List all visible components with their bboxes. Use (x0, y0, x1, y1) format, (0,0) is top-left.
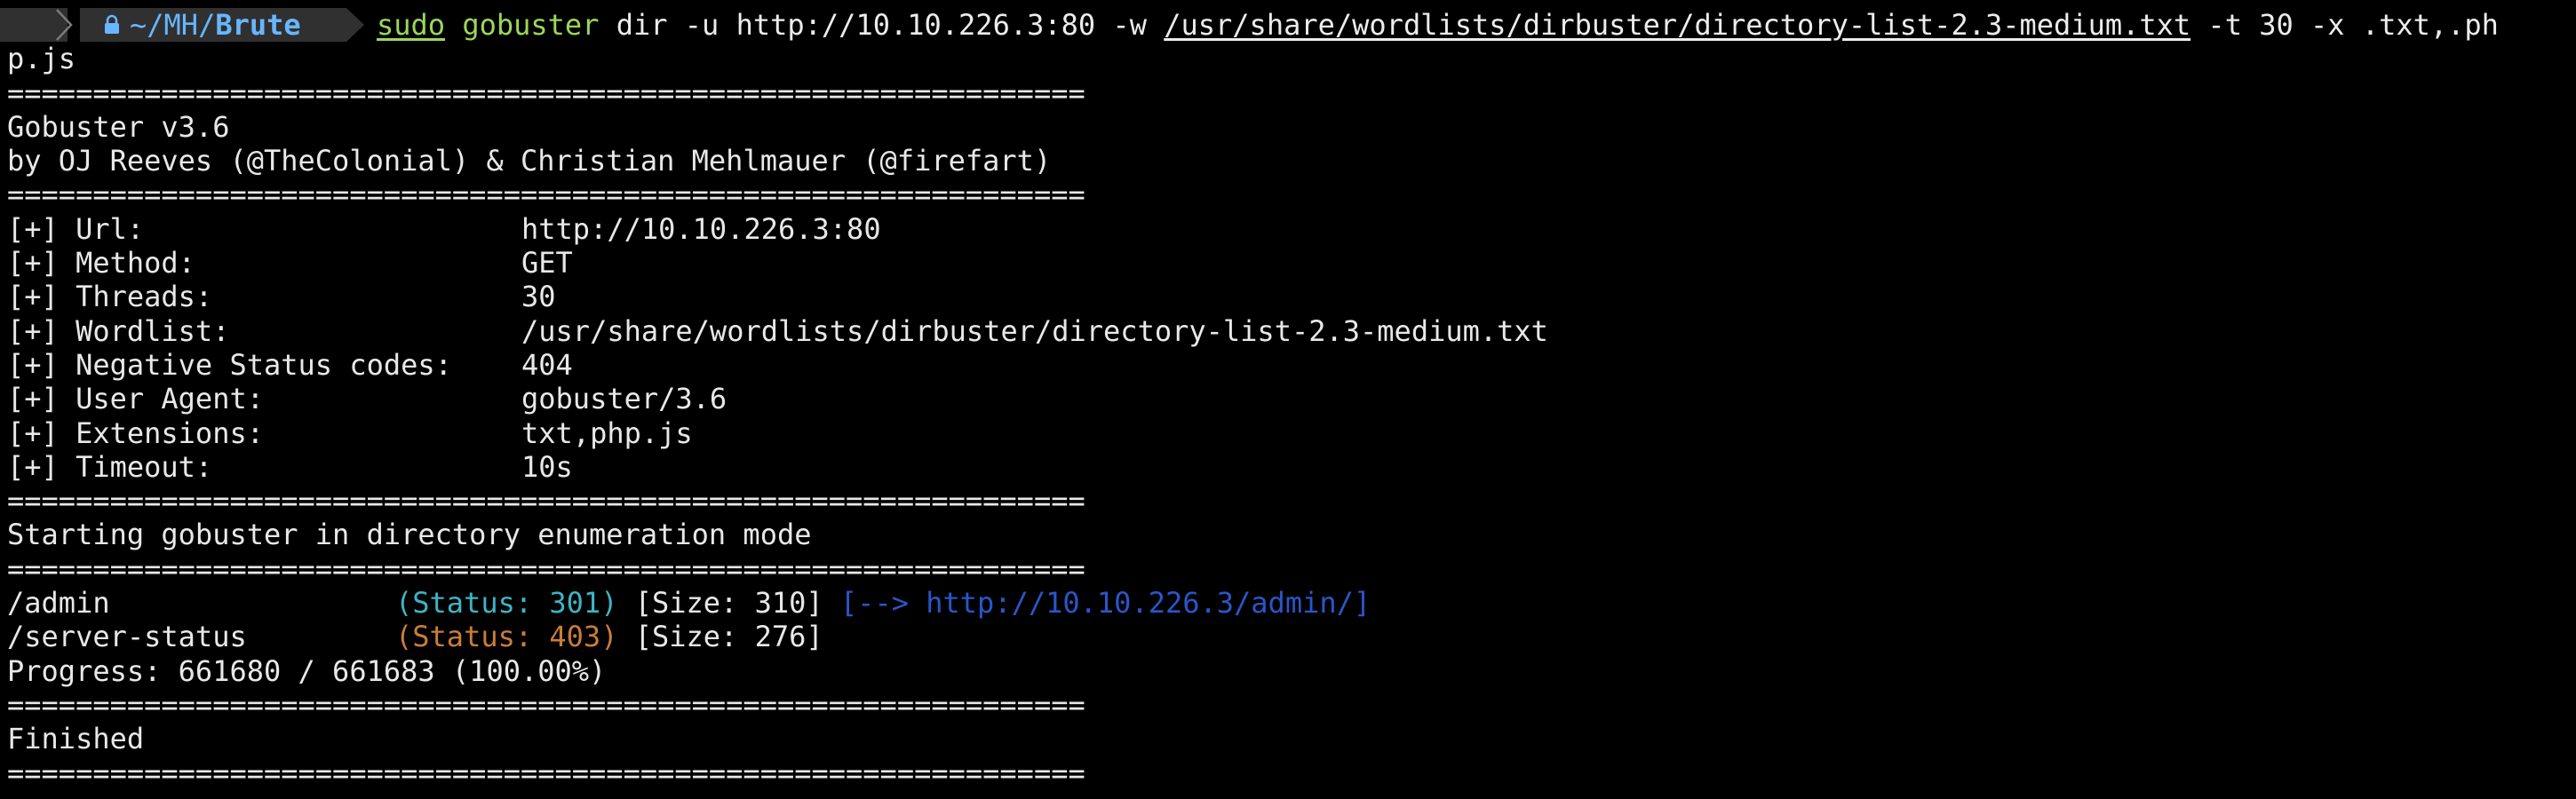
config-key: [+] Wordlist: (7, 313, 230, 348)
config-row: [+] Url: http://10.10.226.3:80 (0, 212, 2576, 246)
separator-rule: ========================================… (7, 755, 1085, 790)
config-row: [+] Threads: 30 (0, 280, 2576, 313)
config-key: [+] Extensions: (7, 415, 264, 450)
finished-line: Finished (7, 722, 145, 756)
config-key: [+] Negative Status codes: (7, 347, 452, 382)
directory-path: ~/MH/ (130, 8, 216, 42)
current-directory: Brute (215, 8, 301, 42)
config-row: [+] Method: GET (0, 246, 2576, 280)
banner-version: Gobuster v3.6 (7, 109, 230, 144)
progress-line: Progress: 661680 / 661683 (100.00%) (7, 653, 607, 688)
config-row: [+] User Agent: gobuster/3.6 (0, 382, 2576, 415)
separator-rule: ========================================… (7, 75, 1085, 110)
result-path: /server-status (7, 620, 247, 654)
result-size: [Size: 310] (634, 586, 823, 621)
config-row: [+] Extensions: txt,php.js (0, 416, 2576, 450)
command-wrap-line: p.js (7, 42, 76, 76)
separator-rule: ========================================… (7, 687, 1085, 722)
config-key: [+] Timeout: (7, 449, 213, 484)
command-args: dir -u http://10.10.226.3:80 -w (599, 8, 1165, 42)
config-key: [+] User Agent: (7, 382, 264, 416)
result-row: /admin (Status: 301) [Size: 310] [--> htt… (0, 586, 2576, 620)
result-status: (Status: 301) (395, 586, 618, 621)
command-args-tail: -t 30 -x .txt,.ph (2190, 8, 2499, 42)
banner-authors: by OJ Reeves (@TheColonial) & Christian … (7, 144, 1052, 178)
segment-separator-icon (55, 8, 80, 42)
directory-segment: ~/MH/Brute (80, 8, 346, 43)
separator-rule: ========================================… (7, 484, 1085, 518)
prompt-arrow-icon (346, 8, 368, 43)
result-size: [Size: 276] (634, 620, 823, 654)
config-value: GET (521, 246, 573, 281)
config-row: [+] Negative Status codes: 404 (0, 348, 2576, 382)
config-list: [+] Url: http://10.10.226.3:80 [+] Method:… (0, 212, 2576, 484)
results-list: /admin (Status: 301) [Size: 310] [--> htt… (0, 586, 2576, 654)
config-key: [+] Url: (7, 211, 145, 246)
lock-icon (103, 14, 121, 36)
config-row: [+] Timeout: 10s (0, 450, 2576, 484)
separator-rule: ========================================… (7, 178, 1085, 212)
wordlist-path-arg: /usr/share/wordlists/dirbuster/directory… (1164, 8, 2191, 42)
config-value: 30 (521, 280, 556, 314)
config-value: txt,php.js (521, 415, 693, 450)
config-value: gobuster/3.6 (521, 382, 727, 416)
config-value: 10s (521, 449, 573, 484)
separator-rule: ========================================… (7, 551, 1085, 586)
result-status: (Status: 403) (395, 620, 618, 654)
config-key: [+] Method: (7, 246, 195, 281)
command-input[interactable]: sudo gobuster dir -u http://10.10.226.3:… (377, 8, 2499, 42)
mode-line: Starting gobuster in directory enumerati… (7, 518, 812, 552)
terminal-window[interactable]: ~/MH/Brute sudo gobuster dir -u http://1… (0, 8, 2576, 799)
config-value: http://10.10.226.3:80 (521, 211, 881, 246)
sudo-command: sudo (377, 8, 446, 42)
result-path: /admin (7, 586, 110, 621)
result-row: /server-status (Status: 403) [Size: 276] (0, 620, 2576, 653)
config-value: 404 (521, 347, 573, 382)
config-key: [+] Threads: (7, 280, 213, 314)
shell-prompt: ~/MH/Brute sudo gobuster dir -u http://1… (0, 8, 2576, 43)
config-value: /usr/share/wordlists/dirbuster/directory… (521, 313, 1548, 348)
gobuster-command: gobuster (462, 8, 600, 42)
result-redirect-link[interactable]: [--> http://10.10.226.3/admin/] (840, 586, 1371, 620)
config-row: [+] Wordlist: /usr/share/wordlists/dirbus… (0, 314, 2576, 348)
